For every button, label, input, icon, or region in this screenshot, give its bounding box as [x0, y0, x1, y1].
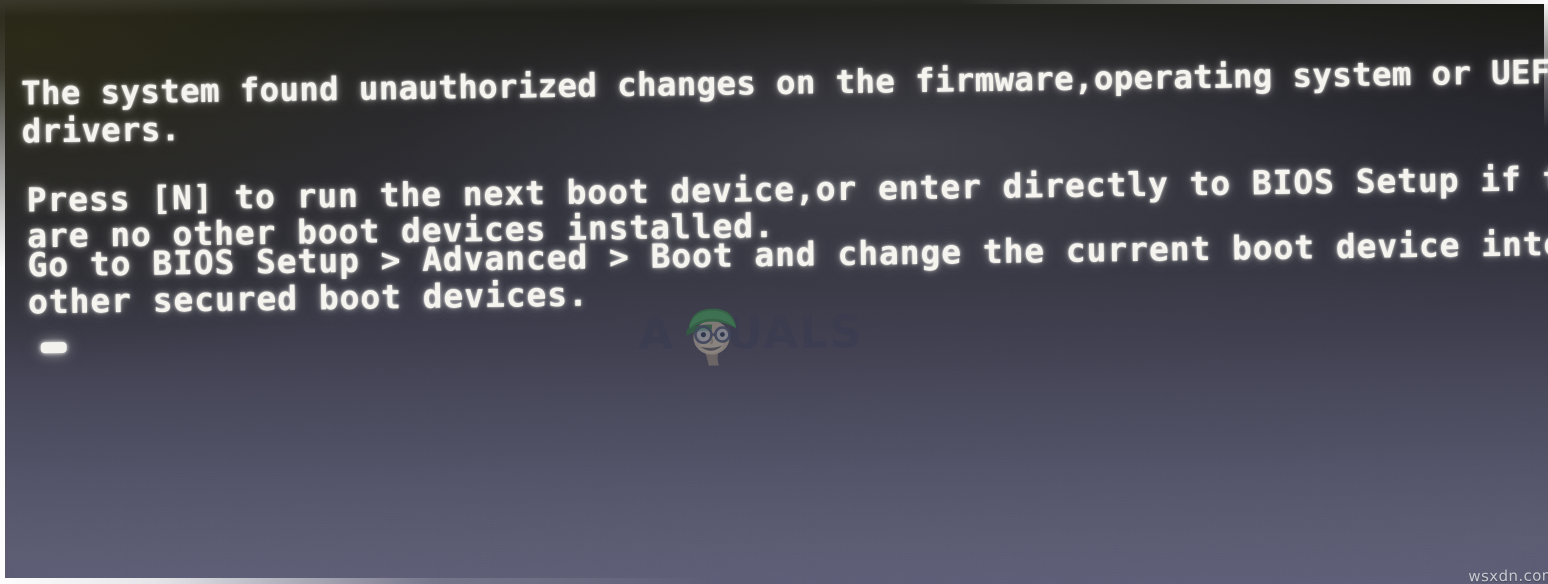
photo-frame: The system found unauthorized changes on…	[0, 0, 1548, 584]
photo-grain-overlay	[0, 0, 1548, 584]
appuals-watermark: A PUALS	[638, 299, 893, 373]
appuals-mascot-icon	[686, 308, 737, 366]
site-watermark: wsxdn.com	[1468, 566, 1548, 584]
error-message-line-1: The system found unauthorized changes on…	[20, 52, 1548, 113]
terminal-message-block: The system found unauthorized changes on…	[0, 0, 1548, 584]
bios-error-screen: The system found unauthorized changes on…	[0, 0, 1548, 584]
error-message-line-2: drivers.	[21, 110, 181, 151]
text-cursor-block	[40, 341, 67, 354]
instruction-line-4: other secured boot devices.	[27, 274, 590, 322]
instruction-line-2: are no other boot devices installed.	[26, 205, 775, 256]
instruction-line-3: Go to BIOS Setup > Advanced > Boot and c…	[27, 223, 1548, 285]
instruction-line-1: Press [N] to run the next boot device,or…	[26, 157, 1548, 220]
photo-vignette-overlay	[0, 0, 1548, 584]
appuals-wordmark: A PUALS	[638, 305, 864, 361]
